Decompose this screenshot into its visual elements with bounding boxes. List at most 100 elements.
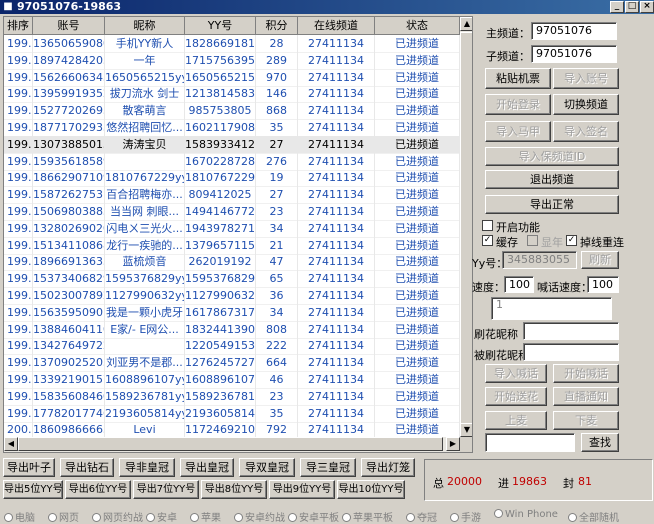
import-signature-button[interactable]: 导入签名: [553, 121, 619, 142]
flower-nickname-input[interactable]: [523, 322, 619, 340]
export-yy-button[interactable]: 导出9位YY号: [269, 480, 335, 499]
platform-radio[interactable]: 夺冠: [406, 509, 437, 524]
table-row[interactable]: 199...18966913633蓝梳烦音2620191924727411134…: [4, 253, 460, 272]
export-button[interactable]: 导出叶子: [3, 458, 55, 477]
platform-radio[interactable]: 安卓约战: [234, 509, 285, 524]
main-channel-input[interactable]: 97051076: [531, 22, 617, 40]
table-row[interactable]: 199...18771702935悠然招聘回忆...16021179083527…: [4, 119, 460, 137]
yy-number-input[interactable]: 345883055: [502, 251, 577, 269]
enable-feature-checkbox[interactable]: [482, 220, 493, 231]
scroll-right-icon[interactable]: ▶: [446, 437, 460, 451]
table-row[interactable]: 199...13427649722 122054915322227411134已进…: [4, 337, 460, 356]
horizontal-scroll-thumb[interactable]: [18, 437, 443, 451]
table-row[interactable]: 199...13650659080手机YY新人18286691812827411…: [4, 35, 460, 53]
refresh-button[interactable]: 刷新: [581, 251, 619, 269]
account-grid[interactable]: 排序账号昵称YY号积分在线频道状态 199...13650659080手机YY新…: [3, 16, 473, 453]
table-row[interactable]: 199...15134110868龙行一疾驰的...13796571152127…: [4, 236, 460, 255]
scroll-left-icon[interactable]: ◀: [4, 437, 18, 451]
column-header[interactable]: 状态: [375, 17, 460, 35]
platform-radio[interactable]: 电脑: [4, 509, 35, 524]
platform-radio[interactable]: Win Phone: [494, 509, 558, 520]
platform-radio[interactable]: 全部随机: [568, 509, 619, 524]
mic-up-button[interactable]: 上麦: [485, 411, 547, 430]
table-row[interactable]: 199...15635950901我是一颗小虎牙1617867317342741…: [4, 303, 460, 322]
column-header[interactable]: 排序: [4, 17, 33, 35]
table-row[interactable]: 199...15935618589 167022872827627411134已进…: [4, 152, 460, 171]
table-cell: 27411134: [298, 236, 375, 255]
reconnect-checkbox[interactable]: ✓: [566, 235, 577, 246]
scroll-down-icon[interactable]: ▼: [460, 423, 472, 437]
table-row[interactable]: 199...156266063431650565215yy16505652159…: [4, 68, 460, 87]
table-row[interactable]: 199...13073885013涛涛宝贝1583933412272741113…: [4, 135, 460, 154]
search-input[interactable]: [485, 433, 575, 452]
cache-checkbox[interactable]: ✓: [482, 235, 493, 246]
platform-radio[interactable]: 网页约战: [92, 509, 143, 524]
column-header[interactable]: YY号: [185, 17, 256, 35]
start-shout-button[interactable]: 开始喊话: [553, 364, 619, 383]
column-header[interactable]: 账号: [33, 17, 105, 35]
platform-radio[interactable]: 苹果: [190, 509, 221, 524]
table-cell: 1589236781yy: [105, 387, 185, 406]
table-row[interactable]: 199...177820177462193605814yy21936058143…: [4, 404, 460, 423]
table-row[interactable]: 199...15277202693散客萌言9857538058682741113…: [4, 102, 460, 121]
export-button[interactable]: 导双皇冠: [239, 458, 295, 477]
live-notice-button[interactable]: 直播通知: [553, 387, 619, 406]
export-yy-button[interactable]: 导出5位YY号: [3, 480, 63, 499]
table-row[interactable]: 199...15069803883当当网 刺眼...14941467722327…: [4, 203, 460, 221]
table-row[interactable]: 199...133921901571608896107yy16088961074…: [4, 371, 460, 389]
scroll-up-icon[interactable]: ▲: [460, 17, 472, 31]
start-flower-button[interactable]: 开始送花: [485, 387, 547, 406]
exit-channel-button[interactable]: 退出频道: [485, 170, 619, 189]
export-yy-button[interactable]: 导出10位YY号: [337, 480, 405, 499]
export-button[interactable]: 导三皇冠: [300, 458, 356, 477]
platform-radio[interactable]: 手游: [450, 509, 481, 524]
shout-speed-input[interactable]: 100: [587, 276, 619, 293]
platform-radio[interactable]: 安卓: [146, 509, 177, 524]
table-row[interactable]: 199...13959919352拔刀流水 剑士1213814583146274…: [4, 85, 460, 104]
table-row[interactable]: 199...158356084601589236781yy15892367812…: [4, 387, 460, 406]
minimize-button[interactable]: _: [610, 1, 624, 13]
paste-ticket-button[interactable]: 粘贴机票: [485, 68, 551, 89]
show-year-checkbox[interactable]: [527, 235, 538, 246]
table-row[interactable]: 199...153734068291595376829yy15953768296…: [4, 270, 460, 289]
table-row[interactable]: 199...13709025205刘亚男不是郡...12762457276642…: [4, 354, 460, 373]
export-yy-button[interactable]: 导出8位YY号: [201, 480, 267, 499]
export-button[interactable]: 导出灯笼: [361, 458, 415, 477]
import-save-channel-button[interactable]: 导入保频道ID: [485, 147, 619, 166]
table-row[interactable]: 199...186629071091810767229yy18107672291…: [4, 169, 460, 188]
vertical-scrollbar[interactable]: ▲ ▼: [460, 17, 472, 437]
import-shout-button[interactable]: 导入喊话: [485, 364, 547, 383]
shout-text-area[interactable]: 1: [491, 297, 612, 320]
switch-channel-button[interactable]: 切换频道: [553, 94, 619, 115]
export-yy-button[interactable]: 导出7位YY号: [133, 480, 199, 499]
import-account-button[interactable]: 导入账号: [553, 68, 619, 89]
platform-radio[interactable]: 网页: [48, 509, 79, 524]
platform-radio[interactable]: 苹果平板: [342, 509, 393, 524]
vertical-scroll-thumb[interactable]: [460, 32, 472, 427]
export-normal-button[interactable]: 导出正常: [485, 195, 619, 214]
export-button[interactable]: 导出皇冠: [180, 458, 234, 477]
table-row[interactable]: 199...15872627531百合招聘梅亦...80941202527274…: [4, 186, 460, 205]
import-horse-button[interactable]: 导入马甲: [485, 121, 551, 142]
start-login-button[interactable]: 开始登录: [485, 94, 551, 115]
export-yy-button[interactable]: 导出6位YY号: [65, 480, 131, 499]
column-header[interactable]: 积分: [256, 17, 298, 35]
platform-radio[interactable]: 安卓平板: [288, 509, 339, 524]
table-row[interactable]: 199...18974284203一年171575639528927411134…: [4, 51, 460, 70]
speed-input[interactable]: 100: [504, 276, 534, 293]
maximize-button[interactable]: □: [625, 1, 639, 13]
close-button[interactable]: ×: [640, 1, 654, 13]
table-row[interactable]: 199...13884604110E家/- E网公...183244139080…: [4, 320, 460, 339]
search-button[interactable]: 查找: [581, 433, 619, 452]
table-row[interactable]: 199...13280269020闪电ㄨ三光火...19439782713427…: [4, 219, 460, 238]
export-button[interactable]: 导非皇冠: [119, 458, 175, 477]
mic-down-button[interactable]: 下麦: [553, 411, 619, 430]
table-row[interactable]: 199...150230078921127990632yy11279906323…: [4, 287, 460, 305]
column-header[interactable]: 昵称: [105, 17, 185, 35]
column-header[interactable]: 在线频道: [298, 17, 375, 35]
table-cell: 199...: [4, 35, 33, 53]
flowered-nickname-input[interactable]: [523, 343, 619, 361]
export-button[interactable]: 导出钻石: [60, 458, 114, 477]
sub-channel-input[interactable]: 97051076: [531, 45, 617, 63]
horizontal-scrollbar[interactable]: ◀ ▶: [4, 437, 460, 452]
